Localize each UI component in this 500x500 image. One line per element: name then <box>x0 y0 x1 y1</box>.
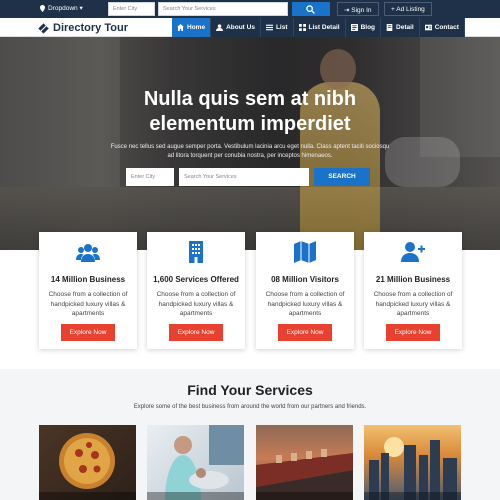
hero-title: Nulla quis sem at nibh elementum imperdi… <box>0 87 500 137</box>
service-card-caption <box>364 492 461 500</box>
home-icon <box>177 24 184 31</box>
nav-label: List <box>275 24 288 31</box>
top-search-button[interactable] <box>292 2 330 16</box>
add-listing-label: Ad Listing <box>396 6 425 13</box>
search-icon <box>306 5 315 14</box>
services-section: Find Your Services Explore some of the b… <box>0 369 500 500</box>
top-search-placeholder: Search Your Services <box>163 6 216 12</box>
dropdown-label: Dropdown <box>48 5 78 12</box>
list-detail-icon <box>298 24 306 31</box>
feature-text: Choose from a collection of handpicked l… <box>373 291 453 317</box>
building-icon <box>189 241 203 263</box>
hero-city-input[interactable]: Enter City <box>126 168 174 186</box>
feature-card: 1,600 Services Offered Choose from a col… <box>147 232 245 349</box>
explore-now-button[interactable]: Explore Now <box>169 324 223 341</box>
services-subtitle: Explore some of the best business from a… <box>133 404 367 410</box>
explore-now-button[interactable]: Explore Now <box>61 324 115 341</box>
nav-item-home[interactable]: Home <box>172 18 212 37</box>
feature-text: Choose from a collection of handpicked l… <box>48 291 128 317</box>
nav-item-blog[interactable]: Blog <box>345 18 382 37</box>
doctor-image <box>165 425 244 500</box>
explore-now-button[interactable]: Explore Now <box>278 324 332 341</box>
brand-logo[interactable]: Directory Tour <box>38 21 128 35</box>
feature-text: Choose from a collection of handpicked l… <box>156 291 236 317</box>
top-search-input[interactable]: Search Your Services <box>158 2 288 16</box>
nav-label: About Us <box>226 24 255 31</box>
top-city-placeholder: Enter City <box>113 6 138 12</box>
service-card-hospitals[interactable] <box>147 425 244 500</box>
blog-icon <box>350 24 358 31</box>
service-card-caption <box>256 492 353 500</box>
nav-item-list-detail[interactable]: List Detail <box>293 18 346 37</box>
feature-title: 08 Million Visitors <box>271 275 339 284</box>
map-icon <box>294 241 316 263</box>
nav-label: Contact <box>434 24 459 31</box>
hero-section: Nulla quis sem at nibh elementum imperdi… <box>0 37 500 250</box>
add-listing-button[interactable]: + Ad Listing <box>384 2 432 16</box>
nav-menu: Home About Us List List Detail Blog Deta… <box>172 18 465 37</box>
nav-item-detail[interactable]: Detail <box>381 18 420 37</box>
feature-text: Choose from a collection of handpicked l… <box>265 291 345 317</box>
city-skyline-image <box>369 437 457 500</box>
hero-person-head <box>320 49 356 89</box>
feature-title: 1,600 Services Offered <box>153 275 239 284</box>
feature-card: 08 Million Visitors Choose from a collec… <box>256 232 354 349</box>
top-city-input[interactable]: Enter City <box>108 2 155 16</box>
list-icon <box>265 24 273 31</box>
detail-icon <box>386 24 393 31</box>
feature-card: 14 Million Business Choose from a collec… <box>39 232 137 349</box>
nav-item-about-us[interactable]: About Us <box>211 18 261 37</box>
contact-icon <box>424 24 432 31</box>
hero-title-line1: Nulla quis sem at nibh <box>143 88 357 110</box>
hero-search-button[interactable]: SEARCH <box>314 168 370 186</box>
services-title: Find Your Services <box>187 382 313 398</box>
user-icon <box>216 24 224 31</box>
service-card-hotels[interactable] <box>39 425 136 500</box>
nav-label: List Detail <box>308 24 340 31</box>
nav-label: Blog <box>360 24 376 31</box>
hero-search-input[interactable]: Search Your Services <box>179 168 309 186</box>
service-card-transportation[interactable] <box>256 425 353 500</box>
hero-subtitle: Fusce nec tellus sed augue semper porta.… <box>110 144 390 159</box>
signin-label: Sign In <box>351 7 372 14</box>
hero-search-placeholder: Search Your Services <box>184 174 237 180</box>
hero-motorbike <box>385 137 460 187</box>
nav-item-list[interactable]: List <box>260 18 294 37</box>
signin-button[interactable]: ⇥ Sign In <box>337 2 379 16</box>
ship-image <box>256 449 353 500</box>
service-card-property[interactable] <box>364 425 461 500</box>
hero-title-line2: elementum imperdiet <box>149 113 351 135</box>
user-plus-icon <box>401 242 425 262</box>
logo-icon <box>38 22 49 34</box>
feature-title: 21 Million Business <box>375 275 451 284</box>
service-card-caption <box>147 492 244 500</box>
pizza-image <box>59 433 115 489</box>
nav-label: Home <box>187 24 206 31</box>
nav-label: Detail <box>396 24 414 31</box>
users-icon <box>76 244 100 262</box>
explore-now-button[interactable]: Explore Now <box>386 324 440 341</box>
nav-item-contact[interactable]: Contact <box>419 18 465 37</box>
top-bar: Dropdown ▾ Enter City Search Your Servic… <box>0 0 500 18</box>
main-nav: Directory Tour Home About Us List List D… <box>0 18 500 37</box>
feature-card: 21 Million Business Choose from a collec… <box>364 232 462 349</box>
brand-name: Directory Tour <box>53 22 128 34</box>
feature-title: 14 Million Business <box>50 275 126 284</box>
service-card-caption <box>39 492 136 500</box>
hero-city-placeholder: Enter City <box>131 174 156 180</box>
location-pin-icon <box>40 5 45 12</box>
dropdown-toggle[interactable]: Dropdown ▾ <box>48 4 83 12</box>
